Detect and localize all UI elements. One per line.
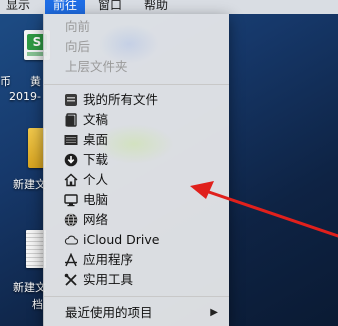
annotation-arrow — [190, 181, 338, 238]
